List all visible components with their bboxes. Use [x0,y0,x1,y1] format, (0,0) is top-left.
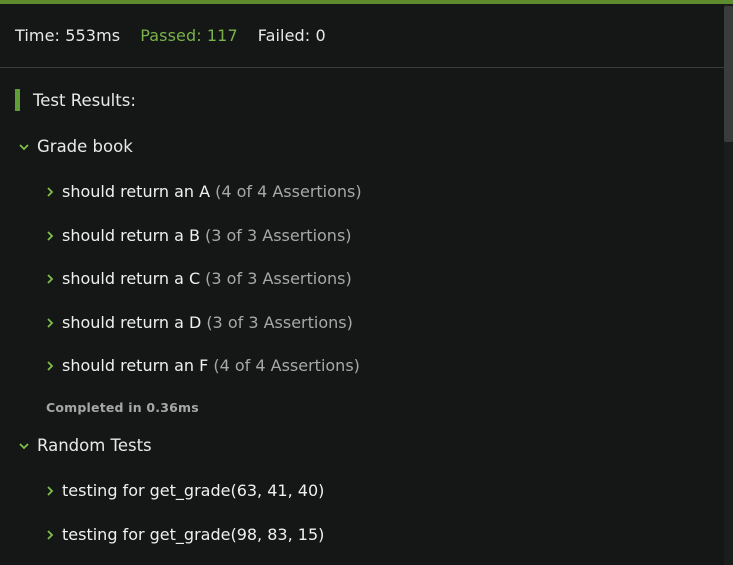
test-label: testing for get_grade(98, 83, 15) [62,525,325,544]
scrollbar-thumb[interactable] [724,6,733,142]
assertion-count: (3 of 3 Assertions) [205,269,352,288]
test-item[interactable]: should return a C (3 of 3 Assertions) [45,269,352,288]
chevron-down-icon [19,442,29,449]
time-stat: Time: 553ms [15,26,121,45]
results-header: Test Results: [15,89,136,111]
test-item[interactable]: should return a B (3 of 3 Assertions) [45,226,352,245]
group-title-label: Grade book [37,137,133,156]
chevron-right-icon [47,485,54,496]
assertion-count: (3 of 3 Assertions) [206,313,353,332]
test-item[interactable]: testing for get_grade(98, 83, 15) [45,525,324,544]
test-results-content: Test Results: Grade book should return a… [0,69,724,565]
test-label: should return a C [62,269,201,288]
failed-stat: Failed: 0 [257,26,326,45]
results-header-accent [15,89,20,111]
assertion-count: (3 of 3 Assertions) [204,226,352,245]
chevron-down-icon [19,143,29,150]
test-label: testing for get_grade(63, 41, 40) [62,481,325,500]
chevron-right-icon [47,317,54,328]
test-item[interactable]: should return an A (4 of 4 Assertions) [45,182,362,201]
test-label: should return a B [62,226,200,245]
chevron-right-icon [47,529,54,540]
passed-stat: Passed: 117 [140,26,238,45]
test-label: should return a D [62,313,202,332]
assertion-count: (4 of 4 Assertions) [213,356,360,375]
test-output-panel: Time: 553ms Passed: 117 Failed: 0 Test R… [0,0,733,565]
assertion-count: (4 of 4 Assertions) [215,182,362,201]
completed-time: Completed in 0.36ms [46,400,199,415]
test-group-random-tests[interactable]: Random Tests [18,436,152,455]
test-item[interactable]: testing for get_grade(63, 41, 40) [45,481,324,500]
test-item[interactable]: should return a D (3 of 3 Assertions) [45,313,353,332]
test-label: should return an A [62,182,211,201]
test-summary-bar: Time: 553ms Passed: 117 Failed: 0 [0,4,724,68]
chevron-right-icon [47,273,54,284]
test-group-grade-book[interactable]: Grade book [18,137,133,156]
group-title-label: Random Tests [37,436,152,455]
chevron-right-icon [47,360,54,371]
chevron-right-icon [47,230,54,241]
chevron-right-icon [47,186,54,197]
test-item[interactable]: should return an F (4 of 4 Assertions) [45,356,360,375]
test-label: should return an F [62,356,209,375]
results-title: Test Results: [33,90,136,110]
